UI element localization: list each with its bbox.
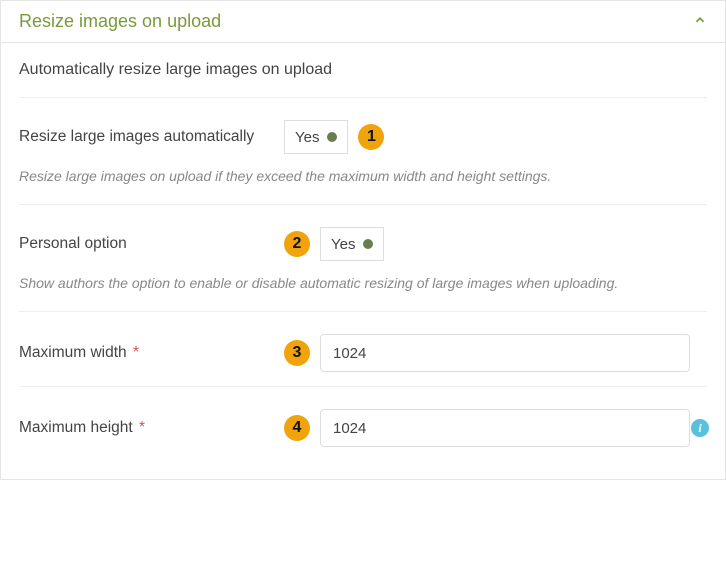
personal-option-label: Personal option <box>19 235 284 253</box>
divider <box>19 311 707 312</box>
personal-option-field: 2 Yes <box>284 227 707 261</box>
max-width-field: 3 <box>284 334 707 372</box>
max-width-row: Maximum width * 3 <box>19 334 707 372</box>
required-mark: * <box>139 419 145 436</box>
status-dot-icon <box>363 239 373 249</box>
annotation-badge-2: 2 <box>284 231 310 257</box>
personal-option-toggle[interactable]: Yes <box>320 227 384 261</box>
auto-resize-field: Yes 1 <box>284 120 707 154</box>
annotation-badge-3: 3 <box>284 340 310 366</box>
personal-option-value: Yes <box>331 236 355 253</box>
auto-resize-row: Resize large images automatically Yes 1 <box>19 120 707 154</box>
auto-resize-control: Yes 1 <box>284 120 394 154</box>
personal-option-row: Personal option 2 Yes <box>19 227 707 261</box>
max-height-input[interactable] <box>320 409 690 447</box>
max-width-label-text: Maximum width <box>19 344 127 361</box>
annotation-badge-1: 1 <box>358 124 384 150</box>
status-dot-icon <box>327 132 337 142</box>
chevron-up-icon <box>693 13 707 31</box>
auto-resize-help: Resize large images on upload if they ex… <box>19 168 639 184</box>
max-width-label: Maximum width * <box>19 344 284 362</box>
personal-option-help: Show authors the option to enable or dis… <box>19 275 639 291</box>
max-height-field: 4 <box>284 409 707 447</box>
annotation-badge-4: 4 <box>284 415 310 441</box>
panel-body: Automatically resize large images on upl… <box>1 43 725 479</box>
panel-lead: Automatically resize large images on upl… <box>19 61 707 79</box>
max-height-label: Maximum height * <box>19 419 284 437</box>
panel-header[interactable]: Resize images on upload <box>1 1 725 43</box>
max-width-input[interactable] <box>320 334 690 372</box>
info-icon[interactable]: i <box>691 419 709 437</box>
resize-images-panel: Resize images on upload Automatically re… <box>0 0 726 480</box>
divider <box>19 204 707 205</box>
panel-title: Resize images on upload <box>19 11 221 32</box>
max-height-label-text: Maximum height <box>19 419 133 436</box>
auto-resize-toggle[interactable]: Yes <box>284 120 348 154</box>
required-mark: * <box>133 344 139 361</box>
auto-resize-label: Resize large images automatically <box>19 128 284 146</box>
max-height-row: Maximum height * 4 i <box>19 409 707 447</box>
divider <box>19 386 707 387</box>
auto-resize-value: Yes <box>295 129 319 146</box>
divider <box>19 97 707 98</box>
